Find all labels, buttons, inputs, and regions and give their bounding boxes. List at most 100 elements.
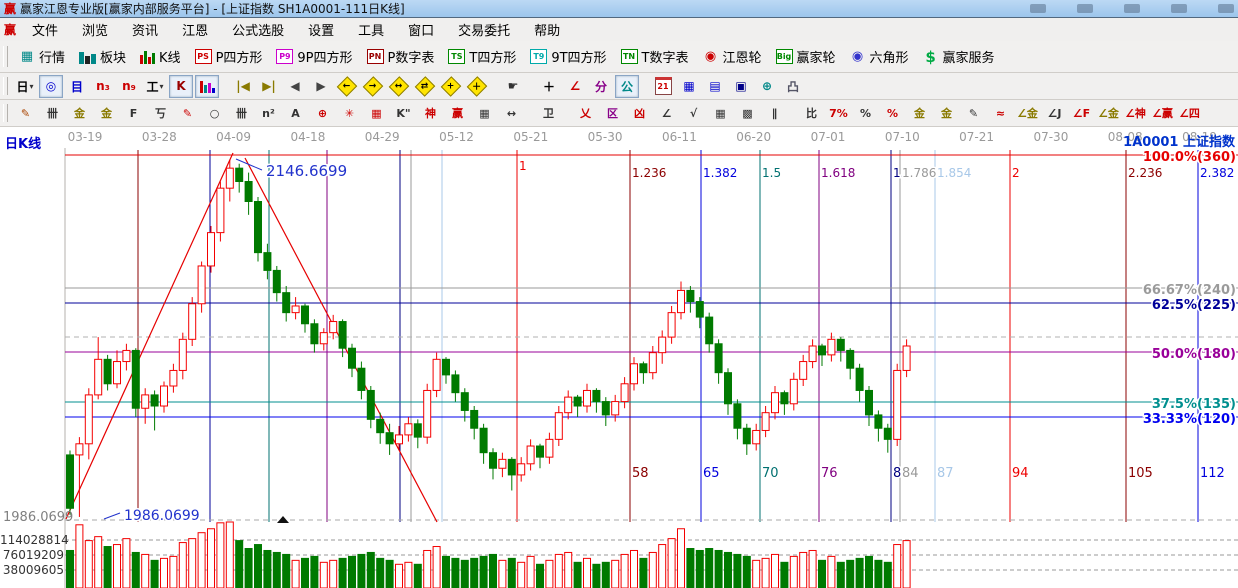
j-angle-icon[interactable]: ∠J (1042, 102, 1067, 125)
box-x-icon[interactable]: 凶 (627, 102, 652, 125)
n-square-icon[interactable]: n² (256, 102, 281, 125)
toolbar-sectors[interactable]: 板块 (72, 44, 133, 70)
f-angle-icon[interactable]: ∠F (1069, 102, 1094, 125)
next-bar-icon[interactable]: ▶ (309, 75, 333, 98)
percent-icon[interactable]: % (853, 102, 878, 125)
toolbar-grip[interactable] (3, 104, 8, 122)
toolbar-p-square[interactable]: PSP四方形 (188, 44, 270, 70)
toolbar-9p-square[interactable]: P99P四方形 (269, 44, 359, 70)
window-control-icon[interactable] (1077, 4, 1093, 13)
compress-9-icon[interactable]: n₉ (117, 75, 141, 98)
toolbar-service[interactable]: $赢家服务 (916, 44, 1002, 70)
gold-section2-icon[interactable]: 金 (94, 102, 119, 125)
pan-left-icon[interactable]: ← (335, 75, 359, 98)
angle-tool-icon[interactable]: ∠ (563, 75, 587, 98)
toolbar-t-table[interactable]: TNT数字表 (614, 44, 696, 70)
zoom-all-icon[interactable]: ＋ (465, 75, 489, 98)
menu-item-7[interactable]: 窗口 (396, 20, 446, 39)
pan-both-icon[interactable]: ↔ (387, 75, 411, 98)
gold-angle2-icon[interactable]: ∠金 (1096, 102, 1121, 125)
hand-tool-icon[interactable]: ☛ (501, 75, 525, 98)
star-grid-icon[interactable]: ✳ (337, 102, 362, 125)
toolbar-gann-wheel[interactable]: ◉江恩轮 (696, 44, 769, 70)
wave-tool-icon[interactable]: ≈ (988, 102, 1013, 125)
grid-a-icon[interactable]: ▦ (708, 102, 733, 125)
menu-item-3[interactable]: 江恩 (170, 20, 220, 39)
gold-section-icon[interactable]: 金 (67, 102, 92, 125)
hatch-lines-icon[interactable]: 卌 (229, 102, 254, 125)
width-arrows-icon[interactable]: ↔ (499, 102, 524, 125)
print-icon[interactable]: 凸 (781, 75, 805, 98)
time-division-icon[interactable]: 卌 (40, 102, 65, 125)
grid-b-icon[interactable]: ▩ (735, 102, 760, 125)
window-control-icon[interactable] (1171, 4, 1187, 13)
window-control-icon[interactable] (1030, 4, 1046, 13)
chart-mode-icon[interactable]: ◎ (39, 75, 63, 98)
percent-lines-icon[interactable]: % (880, 102, 905, 125)
window-control-icon[interactable] (1124, 4, 1140, 13)
k-mark-icon[interactable]: K" (391, 102, 416, 125)
info-panel-icon[interactable]: 目 (65, 75, 89, 98)
toolbar-t-square[interactable]: TST四方形 (441, 44, 523, 70)
menu-item-4[interactable]: 公式选股 (220, 20, 296, 39)
gold-lines-icon[interactable]: 金 (934, 102, 959, 125)
first-bar-icon[interactable]: |◀ (231, 75, 255, 98)
five-lines-icon[interactable]: 丂 (148, 102, 173, 125)
compare-bars-icon[interactable]: 比 (799, 102, 824, 125)
check-lines-icon[interactable]: √ (681, 102, 706, 125)
gann-pencil-icon[interactable]: ✎ (13, 102, 38, 125)
menu-item-0[interactable]: 文件 (20, 20, 70, 39)
window-controls[interactable] (1030, 4, 1234, 13)
ying-angle-icon[interactable]: ∠赢 (1150, 102, 1175, 125)
fan-lines-icon[interactable]: 乂 (573, 102, 598, 125)
compress-3-icon[interactable]: n₃ (91, 75, 115, 98)
toolbar-hexagon[interactable]: ◉六角形 (843, 44, 916, 70)
a-line-icon[interactable]: A (283, 102, 308, 125)
toolbar-9t-square[interactable]: T99T四方形 (523, 44, 613, 70)
angle-lines-icon[interactable]: ∠ (654, 102, 679, 125)
pencil-ruler-icon[interactable]: ✎ (961, 102, 986, 125)
grid-123-icon[interactable]: ▦ (472, 102, 497, 125)
period-day-dropdown[interactable]: 日 (13, 75, 37, 98)
square-grid-icon[interactable]: ▦ (364, 102, 389, 125)
last-bar-icon[interactable]: ▶| (257, 75, 281, 98)
zoom-out-icon[interactable]: + (439, 75, 463, 98)
notes-icon[interactable]: ▤ (703, 75, 727, 98)
save-icon[interactable]: ▣ (729, 75, 753, 98)
kline-stamp-icon[interactable]: K (169, 75, 193, 98)
seven-pct-icon[interactable]: 7% (826, 102, 851, 125)
time-cycle-icon[interactable]: ○ (202, 102, 227, 125)
prev-bar-icon[interactable]: ◀ (283, 75, 307, 98)
parallel-lines-icon[interactable]: ∥ (762, 102, 787, 125)
pan-right-icon[interactable]: → (361, 75, 385, 98)
toolbar-quotes[interactable]: ▦行情 (12, 44, 72, 70)
swap-view-icon[interactable]: ⇄ (413, 75, 437, 98)
gold-circle-icon[interactable]: 金 (907, 102, 932, 125)
circle-cross-icon[interactable]: ⊕ (310, 102, 335, 125)
menu-item-8[interactable]: 交易委托 (446, 20, 522, 39)
candle-style-dropdown[interactable]: 工 (143, 75, 167, 98)
menu-item-6[interactable]: 工具 (346, 20, 396, 39)
world-clock-icon[interactable]: ⊕ (755, 75, 779, 98)
divide-tool-icon[interactable]: 分 (589, 75, 613, 98)
ying-grid-icon[interactable]: 赢 (445, 102, 470, 125)
menu-item-5[interactable]: 设置 (296, 20, 346, 39)
shen-grid-icon[interactable]: 神 (418, 102, 443, 125)
toolbar-kline[interactable]: K线 (133, 44, 188, 70)
shen-angle-icon[interactable]: ∠神 (1123, 102, 1148, 125)
four-angle-icon[interactable]: ∠四 (1177, 102, 1202, 125)
frame-tool-icon[interactable]: 卫 (536, 102, 561, 125)
volume-histogram-icon[interactable] (195, 75, 219, 98)
title-bar[interactable]: 赢 赢家江恩专业版[赢家内部服务平台] - [上证指数 SH1A0001-111… (0, 0, 1238, 18)
toolbar-p-table[interactable]: PNP数字表 (360, 44, 442, 70)
calculator-icon[interactable]: ▦ (677, 75, 701, 98)
close-icon[interactable] (1218, 4, 1234, 13)
fib-lines-icon[interactable]: F (121, 102, 146, 125)
box-fan-icon[interactable]: 区 (600, 102, 625, 125)
menu-item-9[interactable]: 帮助 (522, 20, 572, 39)
toolbar-grip[interactable] (3, 46, 8, 68)
toolbar-grip[interactable] (3, 77, 8, 95)
chart-canvas[interactable]: 03-1903-2804-0904-1804-2905-1205-2105-30… (0, 127, 1238, 588)
gold-angle-icon[interactable]: ∠金 (1015, 102, 1040, 125)
crosshair-tool-icon[interactable]: ＋ (537, 75, 561, 98)
